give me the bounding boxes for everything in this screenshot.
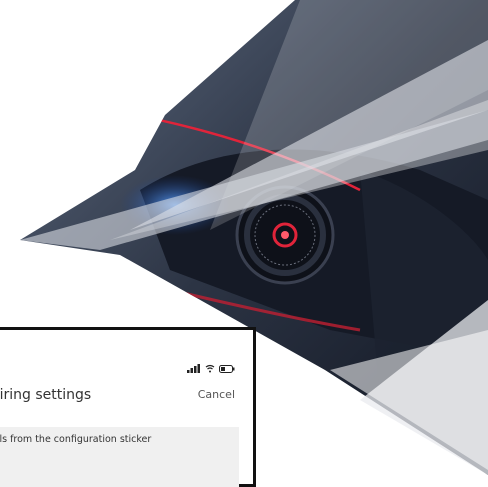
phone-screen: airing settings Cancel ails from the con… <box>0 327 256 487</box>
status-bar <box>187 364 235 373</box>
info-panel: ails from the configuration sticker <box>0 427 239 487</box>
wifi-icon <box>205 364 215 373</box>
info-text: ails from the configuration sticker <box>0 434 152 445</box>
cancel-button[interactable]: Cancel <box>198 388 235 401</box>
battery-icon <box>219 364 235 373</box>
page-title: airing settings <box>0 387 92 403</box>
signal-icon <box>187 364 200 373</box>
